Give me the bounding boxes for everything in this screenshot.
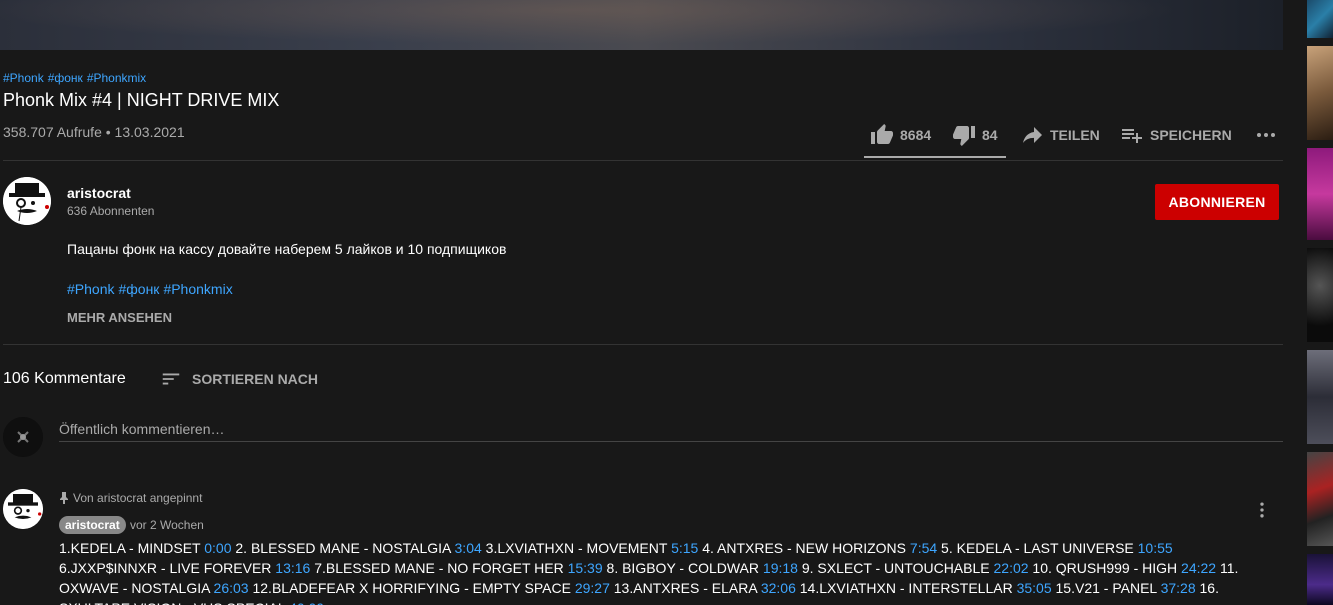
view-count-date: 358.707 Aufrufe • 13.03.2021 [3,124,185,140]
video-player[interactable] [0,0,1283,50]
track-title: 4. ANTXRES - NEW HORIZONS [698,540,910,556]
timestamp-link[interactable]: 0:00 [204,540,231,556]
hashtag-link[interactable]: #фонк [48,71,83,85]
comment-author-avatar[interactable] [3,489,43,529]
monocle-avatar-icon [3,489,43,529]
track-title: 8. BIGBOY - COLDWAR [602,560,763,576]
related-video-thumbnail[interactable] [1307,46,1333,140]
more-vertical-icon [1260,502,1264,518]
pinned-indicator: Von aristocrat angepinnt [59,491,202,505]
related-videos-sidebar [1307,0,1333,605]
pinned-comment-text: 1.KEDELA - MINDSET 0:00 2. BLESSED MANE … [59,538,1259,605]
track-title: 2. BLESSED MANE - NOSTALGIA [231,540,455,556]
show-more-button[interactable]: MEHR ANSEHEN [67,310,172,325]
hashtag-link[interactable]: #фонк [118,281,159,297]
sort-button[interactable]: SORTIEREN NACH [160,368,318,390]
hashtag-link[interactable]: #Phonkmix [163,281,232,297]
thumb-down-icon [953,126,975,146]
channel-avatar[interactable] [3,177,51,225]
track-title: 12.BLADEFEAR X HORRIFYING - EMPTY SPACE [248,580,575,596]
comment-input-underline [59,441,1283,442]
thumb-up-icon [871,124,893,144]
sort-icon [162,373,180,385]
track-title: 7.BLESSED MANE - NO FORGET HER [310,560,568,576]
video-title: Phonk Mix #4 | NIGHT DRIVE MIX [3,90,280,110]
related-video-thumbnail[interactable] [1307,452,1333,546]
save-label: SPEICHERN [1150,127,1232,143]
comment-input[interactable] [59,417,1283,441]
comment-menu-button[interactable] [1252,498,1272,522]
video-actions: 8684 84 TEILEN SPEICHERN [864,120,1286,150]
like-button[interactable]: 8684 [864,123,942,147]
track-title: 3.LXVIATHXN - MOVEMENT [481,540,672,556]
track-title: 13.ANTXRES - ELARA [609,580,761,596]
timestamp-link[interactable]: 3:04 [455,540,482,556]
related-video-thumbnail[interactable] [1307,148,1333,240]
timestamp-link[interactable]: 40:00 [289,600,324,605]
subscriber-count: 636 Abonnenten [67,204,155,218]
subscribe-button[interactable]: ABONNIEREN [1155,184,1279,220]
timestamp-link[interactable]: 13:16 [275,560,310,576]
timestamp-link[interactable]: 5:15 [671,540,698,556]
related-video-thumbnail[interactable] [1307,248,1333,342]
timestamp-link[interactable]: 29:27 [575,580,610,596]
track-title: 15.V21 - PANEL [1051,580,1161,596]
playlist-add-icon [1122,129,1142,143]
comment-author-badge[interactable]: aristocrat [59,516,126,534]
monocle-avatar-icon [3,177,51,225]
save-button[interactable]: SPEICHERN [1120,123,1246,147]
share-button[interactable]: TEILEN [1020,123,1120,147]
timestamp-link[interactable]: 26:03 [214,580,249,596]
related-video-thumbnail[interactable] [1307,350,1333,444]
related-video-thumbnail[interactable] [1307,0,1333,38]
timestamp-link[interactable]: 22:02 [994,560,1029,576]
pinned-label: Von aristocrat angepinnt [73,491,203,505]
dislike-count: 84 [982,127,998,143]
share-arrow-icon [1023,127,1042,143]
timestamp-link[interactable]: 32:06 [761,580,796,596]
track-title: 14.LXVIATHXN - INTERSTELLAR [795,580,1017,596]
timestamp-link[interactable]: 24:22 [1181,560,1216,576]
track-title: 9. SXLECT - UNTOUCHABLE [797,560,994,576]
like-sentiment-bar [864,156,1006,158]
track-title: 10. QRUSH999 - HIGH [1028,560,1182,576]
user-avatar-icon [3,417,43,457]
timestamp-link[interactable]: 35:05 [1017,580,1052,596]
description-hashtags: #Phonk #фонк #Phonkmix [67,281,237,297]
timestamp-link[interactable]: 10:55 [1138,540,1173,556]
sort-label: SORTIEREN NACH [192,371,319,387]
track-title: 1.KEDELA - MINDSET [59,540,205,556]
user-avatar [3,417,43,457]
video-description: Пацаны фонк на кассу довайте наберем 5 л… [67,241,507,257]
comments-count: 106 Kommentare [3,370,126,387]
share-label: TEILEN [1050,127,1100,143]
comment-timestamp[interactable]: vor 2 Wochen [130,518,204,532]
hashtag-link[interactable]: #Phonkmix [87,71,146,85]
dislike-button[interactable]: 84 [942,123,1020,147]
hashtag-link[interactable]: #Phonk [3,71,44,85]
divider [3,344,1283,345]
video-hashtags: #Phonk #фонк #Phonkmix [3,71,150,85]
channel-name[interactable]: aristocrat [67,185,131,201]
track-title: 6.JXXP$INNXR - LIVE FOREVER [59,560,276,576]
like-count: 8684 [900,127,932,143]
pin-icon [60,492,68,504]
timestamp-link[interactable]: 15:39 [568,560,603,576]
hashtag-link[interactable]: #Phonk [67,281,114,297]
track-title: 5. KEDELA - LAST UNIVERSE [937,540,1138,556]
related-video-thumbnail[interactable] [1307,554,1333,605]
more-actions-button[interactable] [1246,123,1286,147]
timestamp-link[interactable]: 37:28 [1161,580,1196,596]
timestamp-link[interactable]: 7:54 [910,540,937,556]
more-horizontal-icon [1257,133,1275,137]
divider [3,160,1283,161]
timestamp-link[interactable]: 19:18 [763,560,798,576]
